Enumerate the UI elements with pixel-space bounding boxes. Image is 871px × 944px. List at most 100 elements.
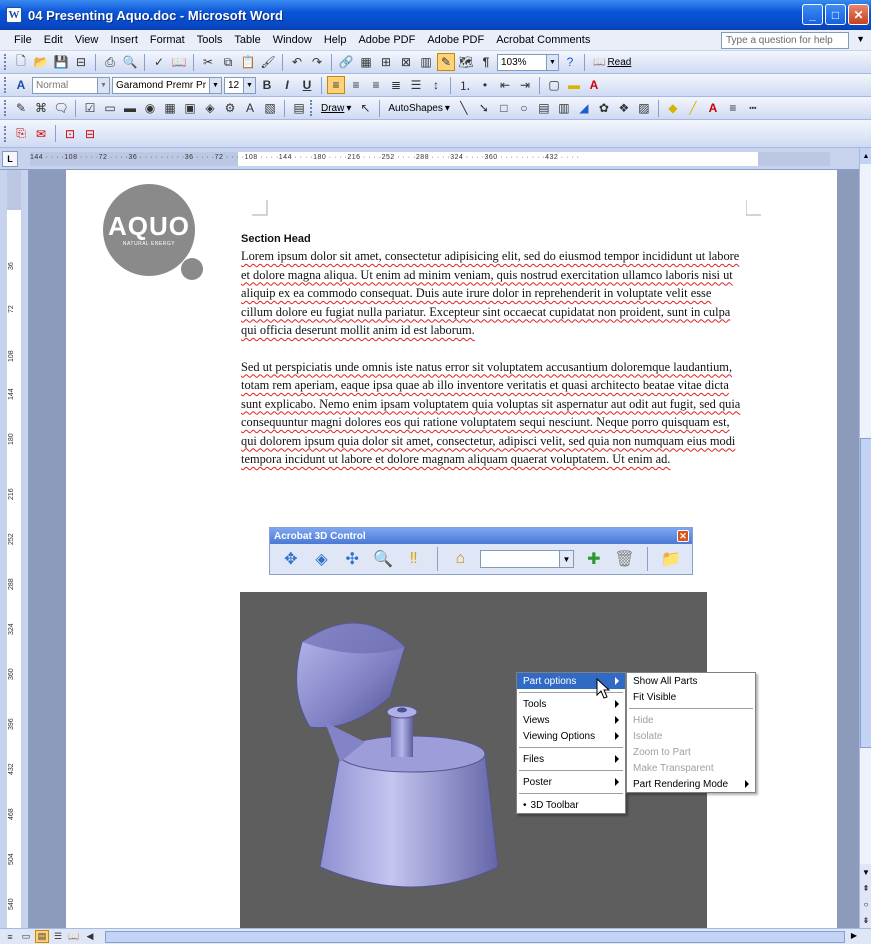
- oval-tool-icon[interactable]: ○: [515, 99, 533, 117]
- menu-edit[interactable]: Edit: [38, 34, 69, 46]
- wordart-icon[interactable]: ◢: [575, 99, 593, 117]
- convert-to-pdf-icon[interactable]: ⎘: [12, 125, 30, 143]
- maximize-button[interactable]: □: [825, 4, 846, 25]
- insert-excel-icon[interactable]: ⊠: [397, 53, 415, 71]
- styles-formatting-icon[interactable]: A: [12, 76, 30, 94]
- menu-file[interactable]: File: [8, 34, 38, 46]
- diagram-icon[interactable]: ✿: [595, 99, 613, 117]
- spin-icon[interactable]: ◈: [311, 548, 333, 570]
- print-preview-icon[interactable]: 🔍: [121, 53, 139, 71]
- menu-adobe-pdf-1[interactable]: Adobe PDF: [352, 34, 421, 46]
- close-button[interactable]: ✕: [848, 4, 869, 25]
- menu-item-files[interactable]: Files: [517, 751, 625, 767]
- zoom-select[interactable]: 103% ▼: [497, 53, 559, 71]
- reading-layout-view-icon[interactable]: 📖: [67, 930, 81, 943]
- add-view-icon[interactable]: ✚: [583, 548, 605, 570]
- textbox-tool-icon[interactable]: ▤: [535, 99, 553, 117]
- menu-item-poster[interactable]: Poster: [517, 774, 625, 790]
- italic-button[interactable]: I: [278, 76, 296, 94]
- frame-icon[interactable]: ▣: [181, 99, 199, 117]
- menu-item-views[interactable]: Views: [517, 712, 625, 728]
- scroll-left-icon[interactable]: ◀: [83, 930, 97, 943]
- option-button-icon[interactable]: ◉: [141, 99, 159, 117]
- save-icon[interactable]: 💾: [52, 53, 70, 71]
- chart-icon[interactable]: ▤: [290, 99, 308, 117]
- line-color-icon[interactable]: ╱: [684, 99, 702, 117]
- line-tool-icon[interactable]: ╲: [455, 99, 473, 117]
- horizontal-scroll-track[interactable]: [105, 931, 845, 943]
- rotate-icon[interactable]: ✥: [280, 548, 302, 570]
- drawing-font-color-icon[interactable]: A: [704, 99, 722, 117]
- document-text[interactable]: Section Head Lorem ipsum dolor sit amet,…: [241, 232, 746, 487]
- undo-icon[interactable]: ↶: [288, 53, 306, 71]
- bullets-icon[interactable]: •: [476, 76, 494, 94]
- menu-acrobat-comments[interactable]: Acrobat Comments: [490, 34, 596, 46]
- submenu-fit-visible[interactable]: Fit Visible: [627, 689, 755, 705]
- hyperlink-icon[interactable]: 🔗: [337, 53, 355, 71]
- read-button[interactable]: 📖 Read: [590, 57, 634, 68]
- delete-view-icon[interactable]: 🗑: [614, 548, 636, 570]
- text-field-icon[interactable]: ▭: [101, 99, 119, 117]
- print-layout-view-icon[interactable]: ▤: [35, 930, 49, 943]
- redo-icon[interactable]: ↷: [308, 53, 326, 71]
- print-icon[interactable]: ⎙: [101, 53, 119, 71]
- convert-email-pdf-icon[interactable]: ✉: [32, 125, 50, 143]
- next-page-icon[interactable]: ⇟: [863, 916, 870, 925]
- home-icon[interactable]: ⌂: [450, 548, 472, 570]
- scroll-right-icon[interactable]: ▶: [851, 931, 857, 940]
- track-changes-icon[interactable]: ✎: [12, 99, 30, 117]
- help-icon[interactable]: ?: [561, 53, 579, 71]
- justify-icon[interactable]: ≣: [387, 76, 405, 94]
- font-select[interactable]: Garamond Premr Pr ▼: [112, 76, 222, 94]
- align-right-icon[interactable]: ≡: [367, 76, 385, 94]
- style-select[interactable]: Normal ▼: [32, 76, 110, 94]
- document-map-icon[interactable]: 🗺: [457, 53, 475, 71]
- line-style-icon[interactable]: ≡: [724, 99, 742, 117]
- show-hide-icon[interactable]: ¶: [477, 53, 495, 71]
- font-size-select[interactable]: 12 ▼: [224, 76, 256, 94]
- tab-selector[interactable]: L: [2, 151, 18, 167]
- horizontal-ruler[interactable]: L 144 · · · ·108 · · · ·72 · · · ·36 · ·…: [0, 148, 871, 170]
- dash-style-icon[interactable]: ┅: [744, 99, 762, 117]
- toolbar-grip[interactable]: [4, 54, 7, 70]
- arrow-tool-icon[interactable]: ➘: [475, 99, 493, 117]
- reviewing-icon[interactable]: ⌘: [32, 99, 50, 117]
- underline-button[interactable]: U: [298, 76, 316, 94]
- copy-icon[interactable]: ⧉: [219, 53, 237, 71]
- insert-table-icon[interactable]: ⊞: [377, 53, 395, 71]
- fill-color-icon[interactable]: ◆: [664, 99, 682, 117]
- walk-icon[interactable]: ‼: [403, 548, 425, 570]
- rectangle-tool-icon[interactable]: □: [495, 99, 513, 117]
- word-app-icon[interactable]: W: [6, 7, 22, 23]
- spelling-icon[interactable]: ✓: [150, 53, 168, 71]
- draw-menu-button[interactable]: Draw ▾: [318, 103, 354, 114]
- form-table-icon[interactable]: ▦: [161, 99, 179, 117]
- menu-table[interactable]: Table: [228, 34, 266, 46]
- text-box-icon[interactable]: A: [241, 99, 259, 117]
- dropdown-field-icon[interactable]: ▬: [121, 99, 139, 117]
- open-model-icon[interactable]: 📁: [660, 548, 682, 570]
- research-icon[interactable]: 📖: [170, 53, 188, 71]
- vertical-ruler[interactable]: 36 72 108 144 180 216 252 288 324 360 39…: [0, 170, 29, 928]
- highlight-icon[interactable]: ▬: [565, 76, 583, 94]
- document-page[interactable]: AQUO NATURAL ENERGY Section Head Lorem i…: [66, 170, 837, 928]
- menu-view[interactable]: View: [69, 34, 105, 46]
- browse-object-icon[interactable]: ○: [864, 900, 869, 909]
- font-color-icon[interactable]: A: [585, 76, 603, 94]
- columns-icon[interactable]: ▥: [417, 53, 435, 71]
- menu-insert[interactable]: Insert: [104, 34, 144, 46]
- scroll-down-icon[interactable]: ▼: [862, 868, 870, 877]
- align-left-icon[interactable]: ≡: [327, 76, 345, 94]
- autoshapes-menu-button[interactable]: AutoShapes ▾: [385, 103, 453, 114]
- align-center-icon[interactable]: ≡: [347, 76, 365, 94]
- tables-borders-icon[interactable]: ▦: [357, 53, 375, 71]
- scroll-up-icon[interactable]: ▲: [860, 148, 871, 164]
- clipart-icon[interactable]: ❖: [615, 99, 633, 117]
- vertical-textbox-icon[interactable]: ▥: [555, 99, 573, 117]
- picture-icon[interactable]: ▨: [635, 99, 653, 117]
- bold-button[interactable]: B: [258, 76, 276, 94]
- select-objects-icon[interactable]: ↖: [356, 99, 374, 117]
- menu-help[interactable]: Help: [318, 34, 353, 46]
- acrobat-3d-close-button[interactable]: ✕: [677, 530, 689, 542]
- menu-item-viewing-options[interactable]: Viewing Options: [517, 728, 625, 744]
